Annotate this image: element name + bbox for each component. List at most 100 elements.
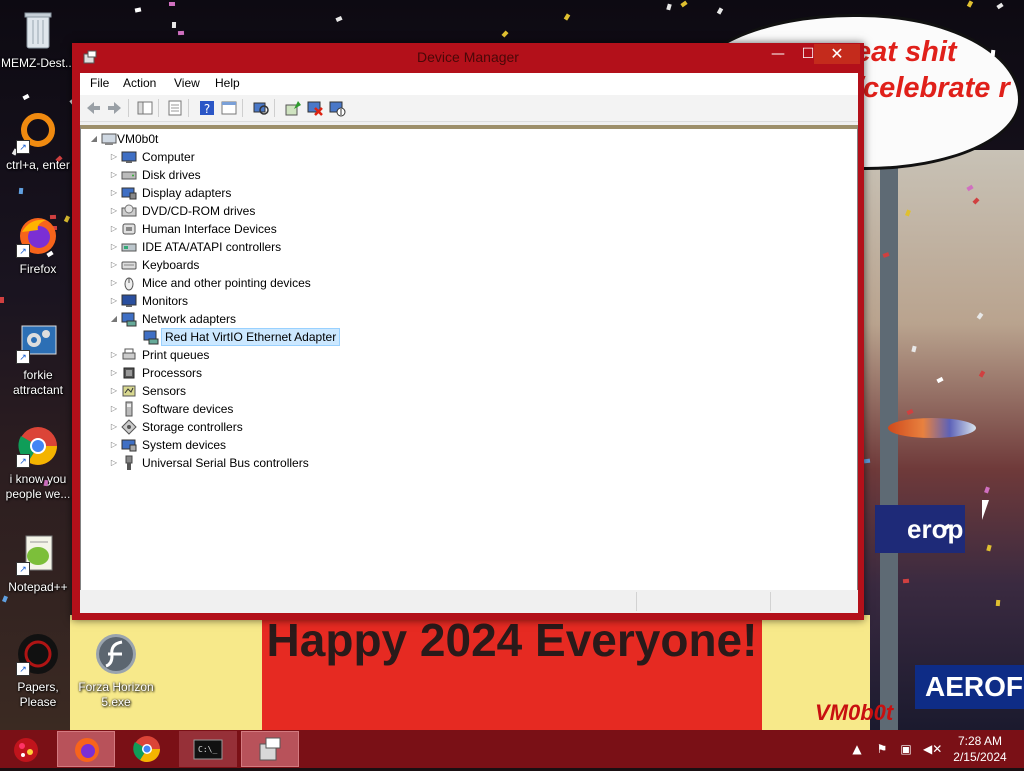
device-manager-taskbar-button[interactable] — [241, 731, 299, 767]
storage-controller-icon — [121, 419, 137, 435]
menu-view[interactable]: View — [174, 76, 200, 90]
chrome-icon: ↗ — [16, 424, 60, 468]
shortcut-arrow-icon: ↗ — [16, 454, 30, 468]
expand-arrow-icon[interactable]: ▷ — [109, 238, 119, 256]
scan-hardware-icon[interactable] — [252, 99, 270, 117]
expand-arrow-icon[interactable]: ▷ — [109, 274, 119, 292]
recycle-bin-icon — [16, 8, 60, 52]
toolbar-separator — [128, 99, 129, 117]
disk-drive-icon — [121, 167, 137, 183]
tree-item-label: DVD/CD-ROM drives — [142, 204, 256, 218]
expand-arrow-icon[interactable]: ▷ — [109, 382, 119, 400]
confetti-piece — [168, 1, 176, 7]
uninstall-device-icon[interactable] — [306, 99, 324, 117]
show-hidden-icon[interactable] — [166, 99, 184, 117]
desktop-icon-ctrl-a-enter[interactable]: ↗ ctrl+a, enter — [0, 110, 76, 173]
desktop-icon-forkie[interactable]: ↗ forkie attractant — [0, 320, 76, 398]
update-driver-icon[interactable] — [284, 99, 302, 117]
wallpaper-pole — [880, 160, 898, 730]
collapse-arrow-icon[interactable]: ◢ — [109, 310, 119, 328]
resources-icon[interactable] — [220, 99, 238, 117]
network-adapter-icon — [121, 311, 137, 327]
expand-arrow-icon[interactable]: ▷ — [109, 184, 119, 202]
minimize-button[interactable]: — — [764, 44, 792, 64]
desktop-icon-forza[interactable]: Forza Horizon 5.exe — [78, 632, 154, 710]
chrome-taskbar-button[interactable] — [118, 731, 176, 767]
start-button[interactable] — [8, 734, 44, 764]
expand-arrow-icon[interactable]: ▷ — [109, 166, 119, 184]
desktop-icon-label: MEMZ-Dest... — [1, 56, 75, 70]
expand-arrow-icon[interactable]: ▷ — [109, 364, 119, 382]
firefox-taskbar-button[interactable] — [57, 731, 115, 767]
desktop-icon-chrome-shortcut[interactable]: ↗ i know you people we... — [0, 424, 76, 502]
volume-muted-icon[interactable]: ◀✕ — [923, 742, 942, 756]
properties-view-icon[interactable] — [136, 99, 154, 117]
desktop-icon-memz[interactable]: MEMZ-Dest... — [0, 8, 76, 71]
desktop-icon-label: i know you people we... — [5, 472, 71, 501]
confetti-piece — [680, 0, 688, 8]
expand-arrow-icon[interactable]: ▷ — [109, 292, 119, 310]
confetti-piece — [990, 49, 996, 57]
show-hidden-icons-icon[interactable]: ▲ — [850, 742, 864, 756]
taskbar-clock[interactable]: 7:28 AM 2/15/2024 — [946, 733, 1014, 765]
tree-item-label: Human Interface Devices — [142, 222, 277, 236]
wallpaper-banner-text: Happy 2024 Everyone! — [266, 614, 758, 666]
desktop-icon-papers-please[interactable]: ↗ Papers, Please — [0, 632, 76, 710]
device-tree[interactable]: ◢ VM0b0t ▷ Computer ▷ Disk drives ▷ Display a… — [80, 125, 858, 593]
network-icon[interactable]: ▣ — [899, 742, 913, 756]
action-center-flag-icon[interactable]: ⚑ — [875, 742, 889, 756]
confetti-piece — [995, 599, 1001, 607]
confetti-piece — [171, 21, 177, 29]
notepadpp-icon: ↗ — [16, 532, 60, 576]
menu-action[interactable]: Action — [123, 76, 156, 90]
computer-root-icon — [101, 131, 117, 147]
confetti-piece — [716, 7, 724, 15]
clock-date: 2/15/2024 — [953, 750, 1007, 764]
confetti-piece — [2, 595, 8, 603]
wallpaper-bubble-text: eat shit /celebrate r — [855, 36, 1010, 104]
svg-text:C:\_: C:\_ — [198, 745, 217, 754]
desktop-icon-firefox[interactable]: ↗ Firefox — [0, 214, 76, 277]
cmd-taskbar-icon: C:\_ — [193, 739, 223, 760]
expand-arrow-icon[interactable]: ▷ — [109, 256, 119, 274]
expand-arrow-icon[interactable]: ▷ — [109, 148, 119, 166]
expand-arrow-icon[interactable]: ▷ — [109, 202, 119, 220]
device-manager-window: Device Manager — ☐ ✕ File Action View He… — [72, 43, 864, 620]
expand-arrow-icon[interactable]: ▷ — [109, 400, 119, 418]
cmd-taskbar-button[interactable]: C:\_ — [179, 731, 237, 767]
desktop-icon-notepadpp[interactable]: ↗ Notepad++ — [0, 532, 76, 595]
computer-icon — [121, 149, 137, 165]
expand-arrow-icon[interactable]: ▷ — [109, 220, 119, 238]
menu-help[interactable]: Help — [215, 76, 240, 90]
window-client-area: File Action View Help ? ◢ VM0b0t ▷ Compu… — [80, 73, 858, 613]
desktop-icon-label: Forza Horizon 5.exe — [78, 680, 154, 709]
shortcut-arrow-icon: ↗ — [16, 140, 30, 154]
ethernet-adapter-icon — [143, 329, 159, 345]
ide-controller-icon — [121, 239, 137, 255]
confetti-piece — [177, 30, 185, 36]
wallpaper-sign: erop — [875, 505, 965, 553]
menu-file[interactable]: File — [90, 76, 109, 90]
confetti-piece — [966, 0, 974, 8]
papers-please-icon: ↗ — [16, 632, 60, 676]
desktop-icon-label: ctrl+a, enter — [6, 158, 70, 172]
title-bar[interactable]: Device Manager — ☐ ✕ — [72, 43, 864, 73]
collapse-arrow-icon[interactable]: ◢ — [89, 130, 99, 148]
confetti-piece — [335, 15, 343, 23]
back-icon[interactable] — [84, 99, 102, 117]
forward-icon[interactable] — [106, 99, 124, 117]
tree-item-label: Red Hat VirtIO Ethernet Adapter — [161, 328, 341, 346]
disable-device-icon[interactable] — [328, 99, 346, 117]
expand-arrow-icon[interactable]: ▷ — [109, 346, 119, 364]
tree-item-label: Sensors — [142, 384, 187, 398]
desktop-icon-label: Notepad++ — [8, 580, 68, 594]
tree-item-label: Network adapters — [142, 312, 237, 326]
help-icon[interactable]: ? — [198, 99, 216, 117]
keyboard-icon — [121, 257, 137, 273]
close-button[interactable]: ✕ — [814, 44, 860, 64]
expand-arrow-icon[interactable]: ▷ — [109, 436, 119, 454]
usb-icon — [121, 455, 137, 471]
expand-arrow-icon[interactable]: ▷ — [109, 454, 119, 472]
tree-item-label: Display adapters — [142, 186, 232, 200]
expand-arrow-icon[interactable]: ▷ — [109, 418, 119, 436]
